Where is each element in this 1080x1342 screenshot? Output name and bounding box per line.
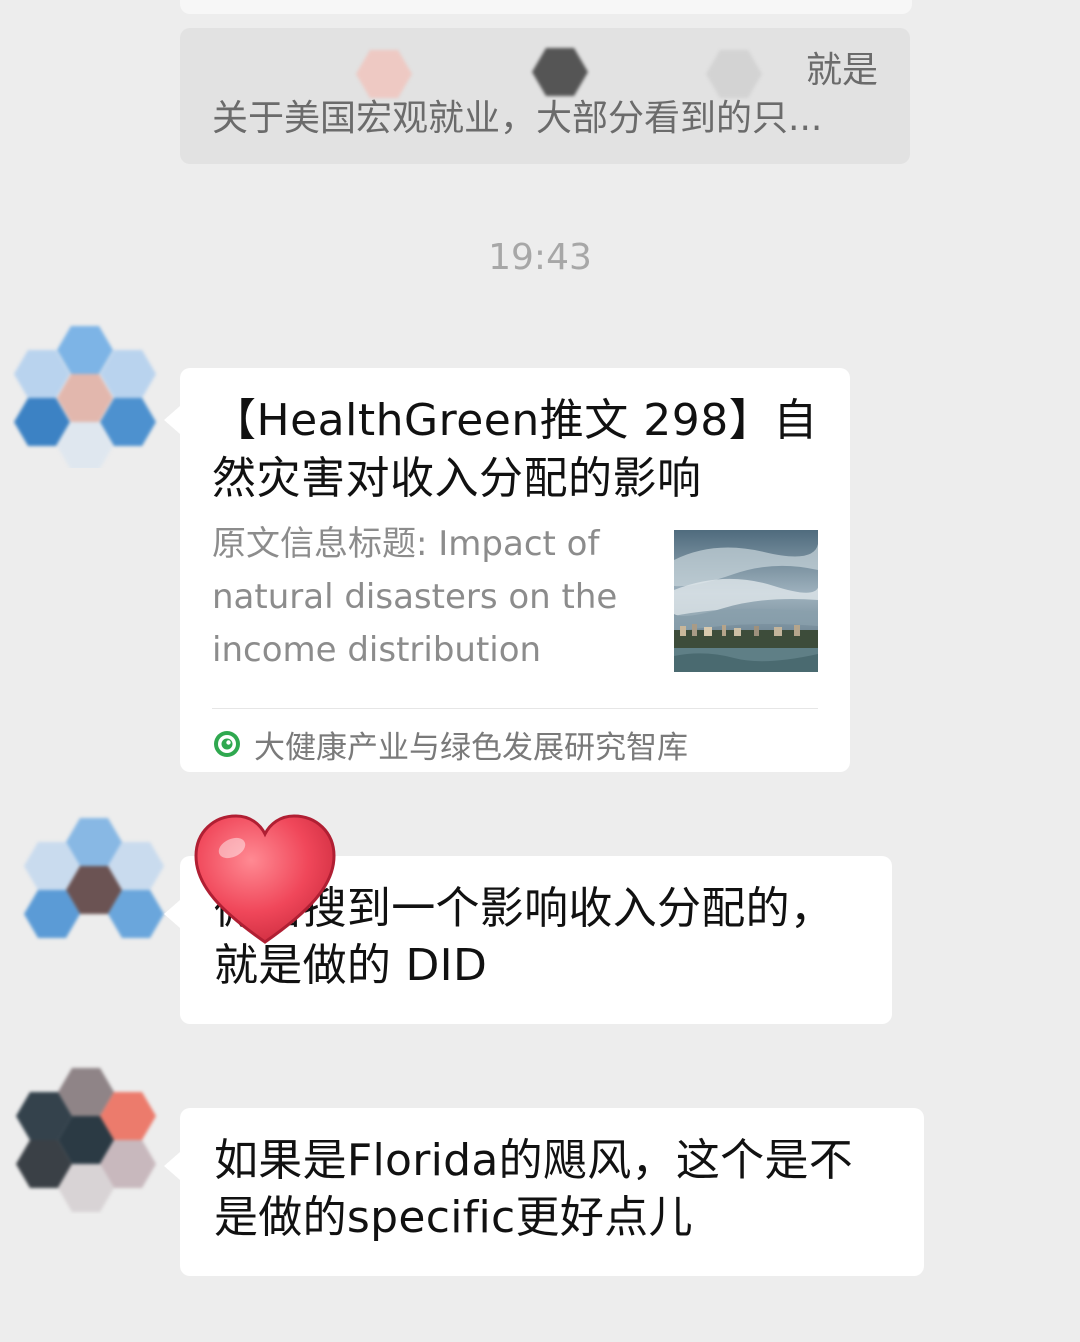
avatar-hex-mosaic-icon: [14, 326, 156, 468]
avatar-hex-mosaic-icon: [24, 818, 164, 938]
quoted-message-line2: 关于美国宏观就业，大部分看到的只...: [212, 98, 823, 139]
avatar[interactable]: [20, 792, 170, 942]
quoted-message-line1: 就是: [805, 50, 878, 91]
quoted-message[interactable]: 就是 关于美国宏观就业，大部分看到的只...: [180, 28, 910, 164]
article-title: 【HealthGreen推文 298】自然灾害对收入分配的影响: [212, 395, 818, 504]
green-circle-logo-icon: [214, 731, 240, 757]
article-source-name: 大健康产业与绿色发展研究智库: [254, 729, 688, 766]
article-thumbnail: [674, 530, 818, 672]
text-message[interactable]: 如果是Florida的飓风，这个是不是做的specific更好点儿: [164, 1108, 924, 1276]
avatar[interactable]: [12, 1064, 162, 1214]
message-text: 如果是Florida的飓风，这个是不是做的specific更好点儿: [214, 1135, 854, 1243]
article-source[interactable]: 大健康产业与绿色发展研究智库: [212, 716, 688, 772]
storm-cloud-image: [674, 530, 818, 672]
message-timestamp: 19:43: [488, 237, 592, 278]
article-divider: [212, 708, 818, 709]
heart-sticker: [192, 812, 338, 948]
article-card[interactable]: 【HealthGreen推文 298】自然灾害对收入分配的影响 原文信息标题: …: [164, 368, 850, 772]
previous-message-edge: [180, 0, 912, 14]
heart-icon: [194, 814, 336, 944]
article-description: 原文信息标题: Impact of natural disasters on t…: [212, 524, 618, 670]
avatar[interactable]: [12, 318, 162, 468]
avatar-hex-mosaic-icon: [16, 1068, 156, 1212]
